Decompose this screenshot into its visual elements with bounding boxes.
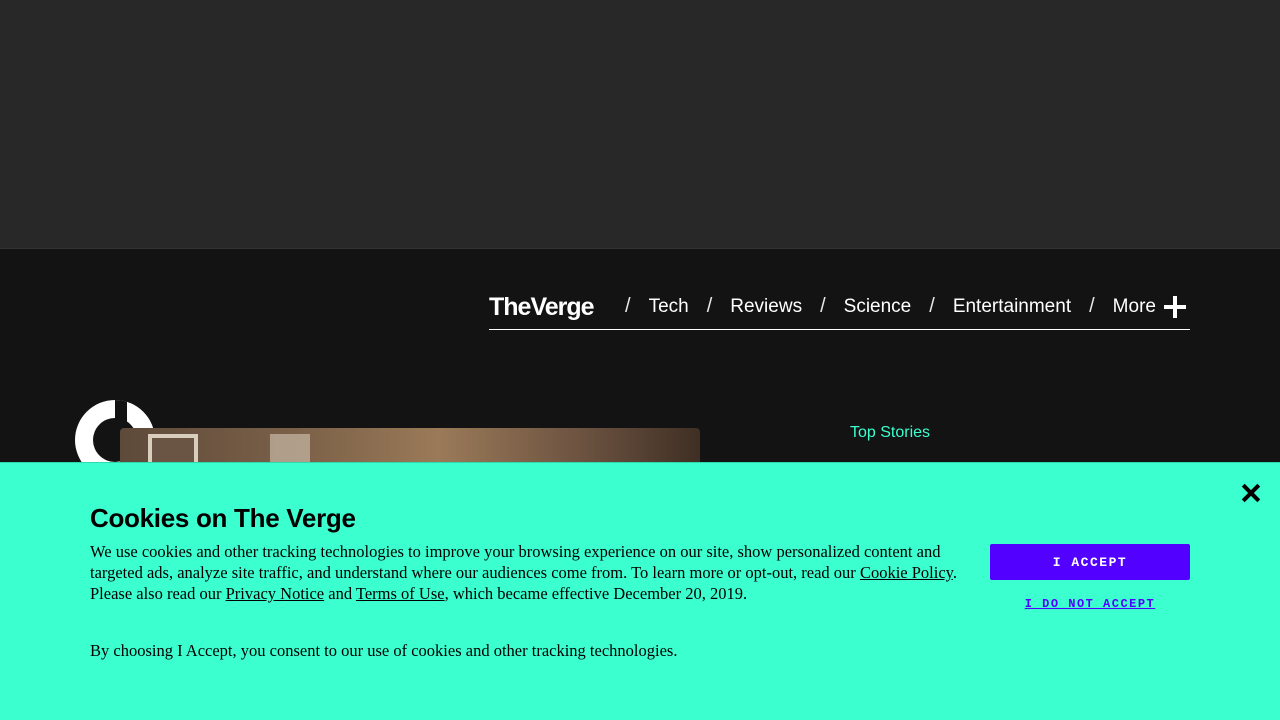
main-nav: TheVerge / Tech / Reviews / Science / En… [489,290,1190,330]
verge-logo-icon: TheVerge [489,293,596,321]
nav-item-tech[interactable]: Tech [649,296,689,318]
nav-separator: / [625,295,631,317]
nav-item-reviews[interactable]: Reviews [730,296,802,318]
cookie-title: Cookies on The Verge [90,503,356,533]
terms-of-use-link[interactable]: Terms of Use [356,584,445,603]
verge-logo-text: TheVerge [489,293,595,321]
privacy-notice-link[interactable]: Privacy Notice [226,584,325,603]
plus-icon[interactable] [1163,295,1186,318]
nav-item-science[interactable]: Science [844,296,912,318]
cookie-body: We use cookies and other tracking techno… [90,541,960,604]
nav-separator: / [1089,295,1095,317]
cookie-policy-link[interactable]: Cookie Policy [860,563,953,582]
nav-separator: / [929,295,935,317]
decline-button[interactable]: I DO NOT ACCEPT [990,597,1190,611]
cookie-consent-text: By choosing I Accept, you consent to our… [90,641,678,660]
top-stories-heading: Top Stories [850,424,931,441]
cookie-body-text: and [324,584,356,603]
close-icon[interactable] [1239,481,1263,505]
cookie-body-text: We use cookies and other tracking techno… [90,542,941,582]
cookie-body-text: , which became effective December 20, 20… [444,584,748,603]
nav-item-entertainment[interactable]: Entertainment [953,296,1071,318]
cookie-banner: Cookies on The Verge We use cookies and … [0,462,1280,720]
ad-placeholder [0,0,1280,249]
nav-item-more[interactable]: More [1113,296,1156,318]
nav-separator: / [820,295,826,317]
nav-separator: / [706,295,713,317]
verge-logo[interactable]: TheVerge [489,291,607,323]
accept-button[interactable]: I ACCEPT [990,544,1190,580]
